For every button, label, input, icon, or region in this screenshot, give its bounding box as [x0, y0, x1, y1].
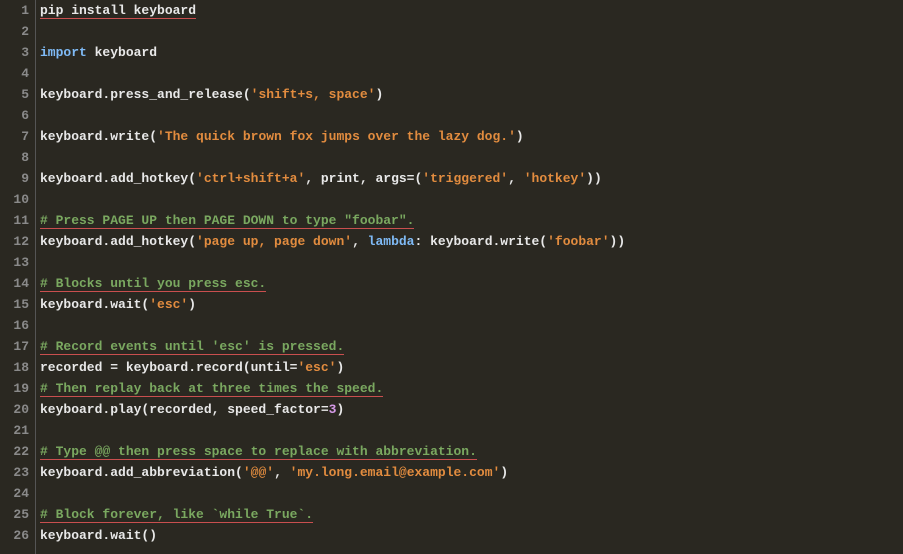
token-plain: : keyboard.write(	[414, 234, 547, 249]
token-plain: ,	[274, 465, 290, 480]
token-comment: # Press PAGE UP then PAGE DOWN to type "…	[40, 213, 414, 229]
code-line[interactable]	[40, 420, 903, 441]
code-line[interactable]: keyboard.press_and_release('shift+s, spa…	[40, 84, 903, 105]
code-line[interactable]: keyboard.write('The quick brown fox jump…	[40, 126, 903, 147]
token-str: 'esc'	[149, 297, 188, 312]
token-str: 'triggered'	[422, 171, 508, 186]
token-plain: keyboard.press_and_release(	[40, 87, 251, 102]
code-line[interactable]: keyboard.add_hotkey('page up, page down'…	[40, 231, 903, 252]
code-line[interactable]	[40, 21, 903, 42]
line-number: 26	[0, 525, 29, 546]
token-plain: )	[516, 129, 524, 144]
code-line[interactable]: keyboard.wait('esc')	[40, 294, 903, 315]
line-number: 12	[0, 231, 29, 252]
code-line[interactable]: import keyboard	[40, 42, 903, 63]
line-number: 21	[0, 420, 29, 441]
code-editor[interactable]: 1234567891011121314151617181920212223242…	[0, 0, 903, 554]
token-str: 'hotkey'	[524, 171, 586, 186]
token-plain: )	[500, 465, 508, 480]
token-comment: # Blocks until you press esc.	[40, 276, 266, 292]
code-line[interactable]: keyboard.wait()	[40, 525, 903, 546]
line-number: 25	[0, 504, 29, 525]
code-line[interactable]: # Blocks until you press esc.	[40, 273, 903, 294]
token-str: 'my.long.email@example.com'	[290, 465, 501, 480]
line-number: 17	[0, 336, 29, 357]
code-line[interactable]	[40, 105, 903, 126]
token-str: '@@'	[243, 465, 274, 480]
line-number: 22	[0, 441, 29, 462]
token-kw: import	[40, 45, 87, 60]
token-plain: keyboard	[87, 45, 157, 60]
line-number: 10	[0, 189, 29, 210]
line-number: 9	[0, 168, 29, 189]
token-plain: , print, args=(	[305, 171, 422, 186]
code-line[interactable]: pip install keyboard	[40, 0, 903, 21]
token-plain: recorded = keyboard.record(until=	[40, 360, 297, 375]
token-plain: )	[188, 297, 196, 312]
token-plain: )	[375, 87, 383, 102]
line-number: 2	[0, 21, 29, 42]
line-number: 23	[0, 462, 29, 483]
code-line[interactable]	[40, 252, 903, 273]
code-line[interactable]: # Press PAGE UP then PAGE DOWN to type "…	[40, 210, 903, 231]
token-plain: keyboard.add_hotkey(	[40, 171, 196, 186]
token-plain: keyboard.play(recorded, speed_factor=	[40, 402, 329, 417]
code-line[interactable]	[40, 147, 903, 168]
code-line[interactable]	[40, 315, 903, 336]
code-line[interactable]: keyboard.play(recorded, speed_factor=3)	[40, 399, 903, 420]
token-plain: ,	[508, 171, 524, 186]
line-number: 3	[0, 42, 29, 63]
line-number: 14	[0, 273, 29, 294]
token-comment: # Then replay back at three times the sp…	[40, 381, 383, 397]
token-str: 'ctrl+shift+a'	[196, 171, 305, 186]
token-comment: # Type @@ then press space to replace wi…	[40, 444, 477, 460]
line-number: 16	[0, 315, 29, 336]
line-number: 13	[0, 252, 29, 273]
token-str: 'The quick brown fox jumps over the lazy…	[157, 129, 516, 144]
line-number: 11	[0, 210, 29, 231]
token-kw: lambda	[368, 234, 415, 249]
token-str: 'page up, page down'	[196, 234, 352, 249]
token-plain: keyboard.add_hotkey(	[40, 234, 196, 249]
token-str: 'foobar'	[547, 234, 609, 249]
line-number: 8	[0, 147, 29, 168]
line-number: 20	[0, 399, 29, 420]
token-plain: keyboard.add_abbreviation(	[40, 465, 243, 480]
code-line[interactable]	[40, 189, 903, 210]
line-number: 5	[0, 84, 29, 105]
token-plain: )	[336, 402, 344, 417]
token-plain: keyboard.wait()	[40, 528, 157, 543]
token-plain: keyboard.wait(	[40, 297, 149, 312]
code-line[interactable]	[40, 63, 903, 84]
line-number: 15	[0, 294, 29, 315]
line-number: 4	[0, 63, 29, 84]
token-str: 'shift+s, space'	[251, 87, 376, 102]
token-str: 'esc'	[297, 360, 336, 375]
line-gutter: 1234567891011121314151617181920212223242…	[0, 0, 36, 554]
code-line[interactable]: keyboard.add_abbreviation('@@', 'my.long…	[40, 462, 903, 483]
code-line[interactable]	[40, 483, 903, 504]
token-comment: # Block forever, like `while True`.	[40, 507, 313, 523]
token-plain: keyboard.write(	[40, 129, 157, 144]
code-area[interactable]: pip install keyboardimport keyboardkeybo…	[36, 0, 903, 554]
code-line[interactable]: # Type @@ then press space to replace wi…	[40, 441, 903, 462]
code-line[interactable]: keyboard.add_hotkey('ctrl+shift+a', prin…	[40, 168, 903, 189]
token-comment: # Record events until 'esc' is pressed.	[40, 339, 344, 355]
line-number: 19	[0, 378, 29, 399]
line-number: 1	[0, 0, 29, 21]
line-number: 6	[0, 105, 29, 126]
line-number: 24	[0, 483, 29, 504]
token-plain: ))	[610, 234, 626, 249]
line-number: 18	[0, 357, 29, 378]
token-plain: )	[336, 360, 344, 375]
code-line[interactable]: # Then replay back at three times the sp…	[40, 378, 903, 399]
token-plain: ,	[352, 234, 368, 249]
token-plain: pip install keyboard	[40, 3, 196, 19]
code-line[interactable]: # Record events until 'esc' is pressed.	[40, 336, 903, 357]
token-plain: ))	[586, 171, 602, 186]
code-line[interactable]: recorded = keyboard.record(until='esc')	[40, 357, 903, 378]
line-number: 7	[0, 126, 29, 147]
code-line[interactable]: # Block forever, like `while True`.	[40, 504, 903, 525]
